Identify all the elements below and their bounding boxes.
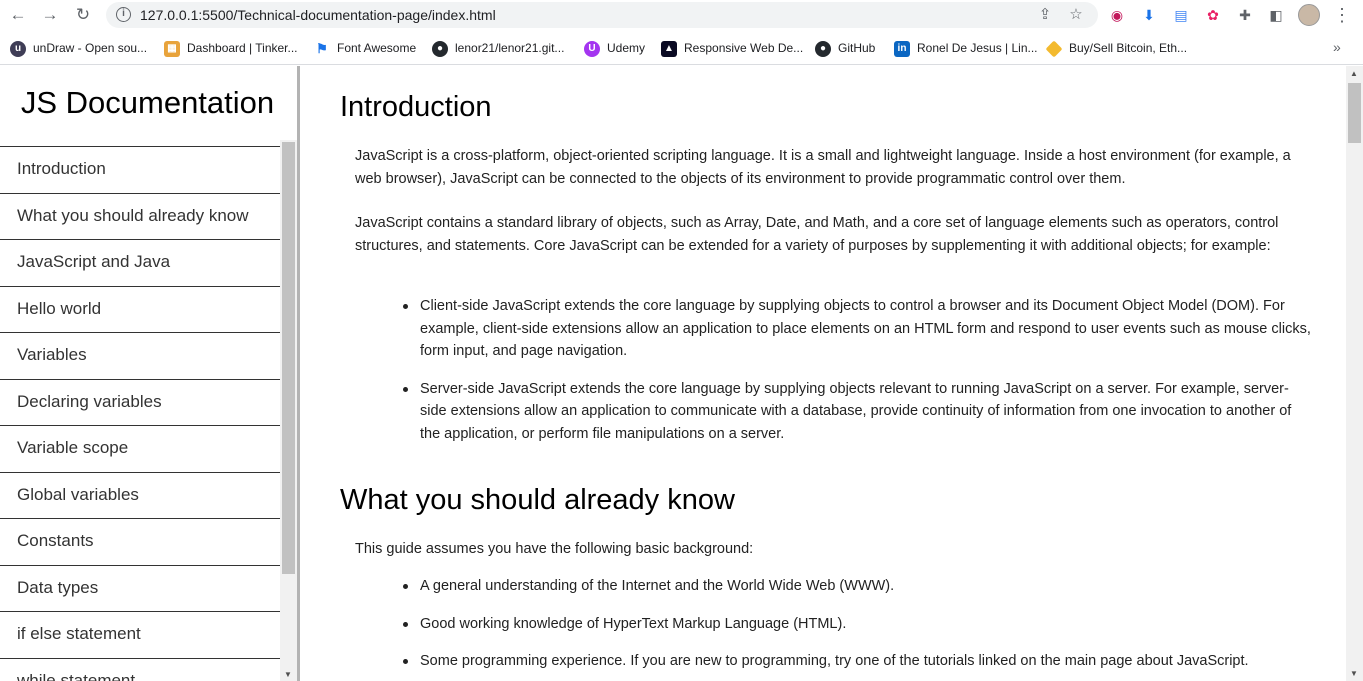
sidebar-item-hello-world[interactable]: Hello world: [0, 285, 280, 333]
bookmarks-bar: u unDraw - Open sou... ▦ Dashboard | Tinke…: [0, 31, 1363, 65]
bookmark-item[interactable]: Buy/Sell Bitcoin, Eth...: [1045, 39, 1188, 58]
address-bar[interactable]: i 127.0.0.1:5500/Technical-documentation…: [106, 2, 1098, 28]
sidebar-item-data-types[interactable]: Data types: [0, 564, 280, 612]
section-heading-what-you-should-already-know: What you should already know: [340, 484, 735, 516]
bookmark-item[interactable]: ● GitHub: [815, 39, 875, 57]
back-button[interactable]: ←: [6, 4, 30, 26]
main-content: Introduction JavaScript is a cross-platf…: [300, 66, 1346, 681]
bookmark-label: Responsive Web De...: [684, 41, 804, 55]
sidebar-scrollbar[interactable]: ▼: [280, 140, 297, 681]
side-panel-icon[interactable]: ◧: [1267, 6, 1285, 24]
extension-download-icon[interactable]: ⬇: [1140, 6, 1158, 24]
bookmark-item[interactable]: in Ronel De Jesus | Lin...: [894, 39, 1038, 57]
tinkercad-icon: ▦: [164, 40, 180, 57]
browser-toolbar: ← → ↻ i 127.0.0.1:5500/Technical-documen…: [0, 0, 1363, 31]
more-bookmarks-icon[interactable]: »: [1333, 39, 1341, 55]
bookmark-label: Ronel De Jesus | Lin...: [917, 41, 1038, 55]
bookmark-label: unDraw - Open sou...: [33, 41, 148, 55]
extension-color-icon[interactable]: ◉: [1108, 6, 1126, 24]
browser-menu-icon[interactable]: ⋮: [1333, 5, 1351, 25]
sidebar-title: JS Documentation: [20, 85, 275, 120]
extension-docs-icon[interactable]: ▤: [1172, 6, 1190, 24]
scroll-up-arrow-icon[interactable]: ▲: [1350, 69, 1358, 78]
sidebar-list: Introduction What you should already kno…: [0, 146, 280, 681]
forward-arrow-icon: →: [41, 5, 59, 24]
sidebar-item-variable-scope[interactable]: Variable scope: [0, 425, 280, 472]
bookmark-label: GitHub: [838, 41, 876, 55]
sidebar-item-javascript-and-java[interactable]: JavaScript and Java: [0, 239, 280, 286]
sidebar-scrollbar-thumb[interactable]: [282, 142, 295, 574]
extension-palette-icon[interactable]: ✿: [1204, 6, 1222, 24]
freecodecamp-icon: ▲: [661, 40, 677, 57]
sidebar-item-while-statement[interactable]: while statement: [0, 657, 280, 681]
reload-button[interactable]: ↻: [71, 4, 95, 26]
reload-icon: ↻: [75, 5, 91, 24]
forward-button[interactable]: →: [38, 4, 62, 26]
linkedin-icon: in: [894, 40, 910, 57]
bookmark-label: lenor21/lenor21.git...: [455, 41, 565, 55]
sidebar-item-declaring-variables[interactable]: Declaring variables: [0, 378, 280, 426]
address-url[interactable]: 127.0.0.1:5500/Technical-documentation-p…: [140, 7, 496, 23]
site-info-icon[interactable]: i: [116, 7, 131, 22]
bookmark-star-icon[interactable]: ☆: [1067, 6, 1085, 24]
page-scrollbar-thumb[interactable]: [1348, 83, 1361, 143]
back-arrow-icon: ←: [9, 5, 27, 24]
intro-bullet-list: Client-side JavaScript extends the core …: [403, 295, 1315, 460]
list-item: Some programming experience. If you are …: [403, 650, 1315, 673]
intro-paragraph-1: JavaScript is a cross-platform, object-o…: [355, 148, 1291, 187]
profile-avatar[interactable]: [1298, 4, 1320, 26]
list-item: Server-side JavaScript extends the core …: [403, 378, 1315, 446]
sidebar-item-variables[interactable]: Variables: [0, 332, 280, 379]
bookmark-label: Buy/Sell Bitcoin, Eth...: [1069, 41, 1188, 55]
bookmark-item[interactable]: ▲ Responsive Web De...: [661, 39, 803, 57]
udemy-icon: U: [584, 40, 600, 57]
know-paragraph-1: This guide assumes you have the followin…: [355, 541, 754, 557]
bookmark-item[interactable]: ● lenor21/lenor21.git...: [432, 39, 564, 57]
sidebar-item-global-variables[interactable]: Global variables: [0, 471, 280, 519]
list-item: Good working knowledge of HyperText Mark…: [403, 613, 1315, 636]
list-item: A general understanding of the Internet …: [403, 575, 1315, 598]
sidebar-item-if-else-statement[interactable]: if else statement: [0, 611, 280, 658]
bookmark-label: Dashboard | Tinker...: [187, 41, 298, 55]
bookmark-item[interactable]: U Udemy: [584, 39, 645, 57]
undraw-icon: u: [10, 40, 26, 57]
sidebar-item-constants[interactable]: Constants: [0, 518, 280, 565]
know-bullet-list: A general understanding of the Internet …: [403, 575, 1315, 681]
sidebar-item-introduction[interactable]: Introduction: [0, 146, 280, 193]
sidebar-nav: JS Documentation Introduction What you s…: [0, 66, 300, 681]
bookmark-label: Udemy: [607, 41, 646, 55]
intro-paragraph-2: JavaScript contains a standard library o…: [355, 215, 1279, 254]
github-icon: ●: [815, 40, 831, 57]
list-item: Client-side JavaScript extends the core …: [403, 295, 1315, 363]
bookmark-item[interactable]: u unDraw - Open sou...: [10, 39, 147, 57]
bookmark-item[interactable]: ⚑ Font Awesome: [314, 39, 416, 57]
bookmark-label: Font Awesome: [337, 41, 417, 55]
scroll-down-arrow-icon[interactable]: ▼: [284, 670, 292, 679]
binance-icon: [1045, 40, 1063, 58]
page-scrollbar[interactable]: ▲ ▼: [1346, 66, 1363, 681]
sidebar-item-what-you-should-already-know[interactable]: What you should already know: [0, 192, 280, 240]
github-icon: ●: [432, 40, 448, 57]
extensions-puzzle-icon[interactable]: ✚: [1236, 6, 1254, 24]
share-icon[interactable]: ⇪: [1036, 6, 1054, 24]
section-heading-introduction: Introduction: [340, 91, 492, 123]
scroll-down-arrow-icon[interactable]: ▼: [1350, 669, 1358, 678]
flag-icon: ⚑: [314, 40, 330, 57]
bookmark-item[interactable]: ▦ Dashboard | Tinker...: [164, 39, 298, 57]
